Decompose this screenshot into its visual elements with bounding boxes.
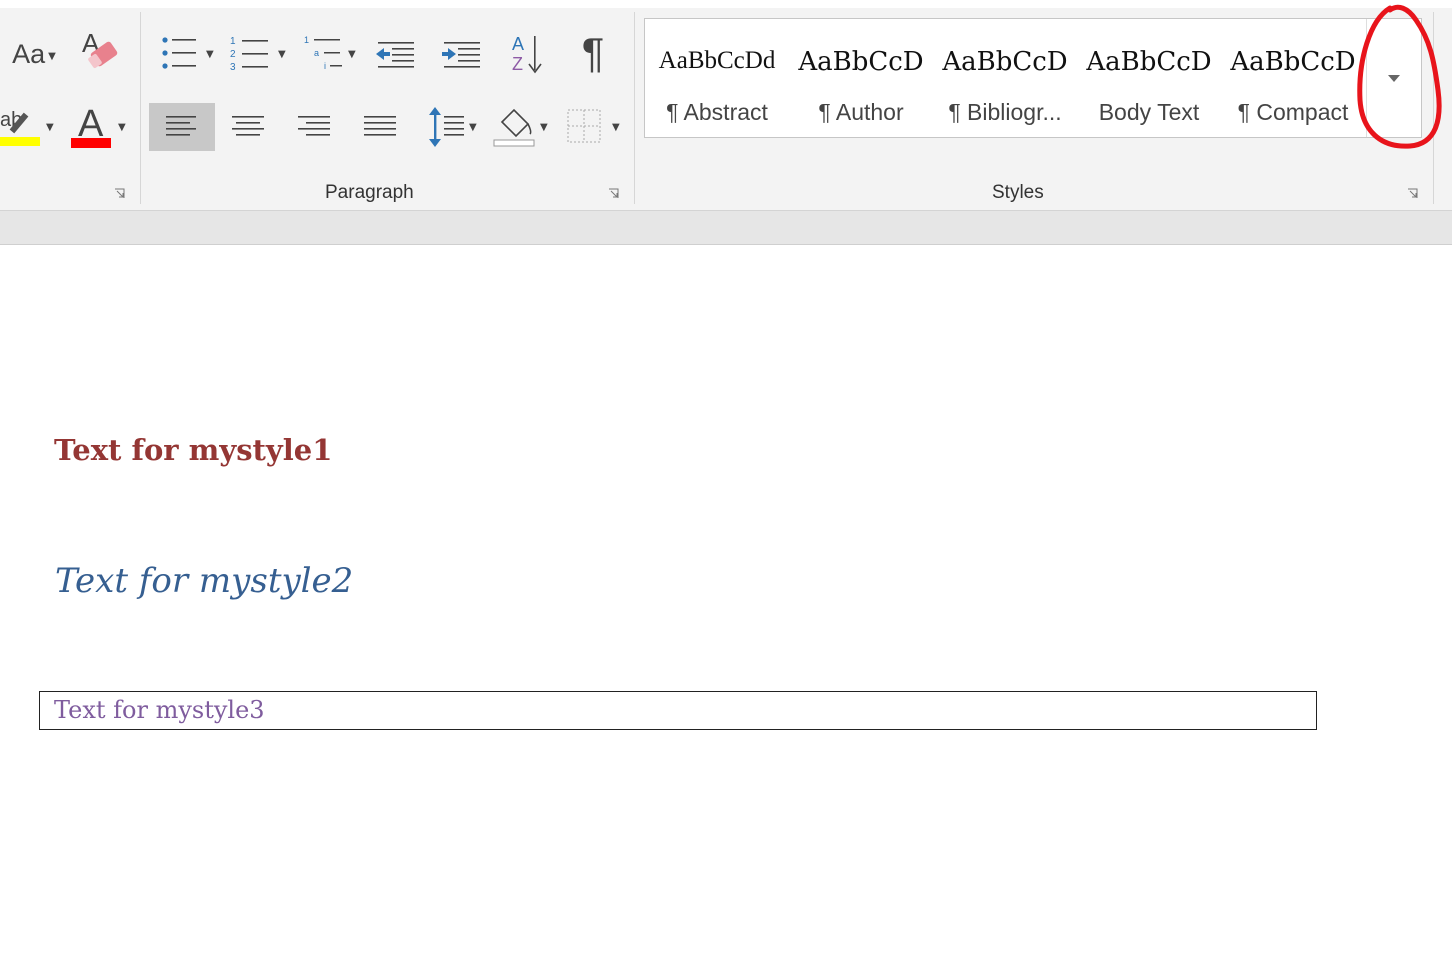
svg-text:▼: ▼ — [540, 122, 548, 133]
svg-text:a: a — [314, 48, 319, 58]
font-color-icon: A ▼ — [71, 103, 126, 148]
increase-indent-button[interactable] — [436, 30, 486, 76]
chevron-down-icon: ▼ — [48, 50, 56, 62]
style-abstract[interactable]: AaBbCcDd ¶ Abstract — [645, 19, 789, 137]
line-spacing-button[interactable]: ▼ — [422, 102, 484, 152]
style-preview: AaBbCcD — [1230, 47, 1356, 77]
group-separator — [140, 12, 141, 204]
sort-glyph-a: A — [512, 34, 524, 54]
ribbon: Aa ▼ A ab ▼ A ▼ ▼ 1 2 3 ▼ 1 a i ▼ A Z ¶ … — [0, 0, 1452, 211]
svg-text:3: 3 — [230, 62, 236, 73]
svg-text:1: 1 — [230, 36, 236, 47]
highlight-icon: ab ▼ — [0, 109, 54, 146]
style-name: ¶ Abstract — [666, 99, 768, 125]
svg-text:1: 1 — [304, 35, 309, 45]
sort-button[interactable]: A Z — [502, 30, 550, 76]
change-case-button[interactable]: Aa ▼ — [4, 34, 64, 74]
show-formatting-marks-button[interactable]: ¶ — [568, 28, 618, 78]
borders-icon: ▼ — [567, 109, 620, 143]
style-name: Body Text — [1098, 99, 1200, 125]
clear-formatting-button[interactable]: A — [78, 30, 122, 76]
clear-formatting-icon: A — [82, 30, 118, 68]
document-page — [0, 245, 1452, 970]
center-icon — [232, 116, 264, 136]
shading-icon: ▼ — [493, 108, 548, 147]
svg-text:▼: ▼ — [469, 122, 477, 133]
style-compact[interactable]: AaBbCcD ¶ Compact — [1221, 19, 1365, 137]
center-button[interactable] — [215, 103, 281, 151]
paragraph-group-label: Paragraph — [325, 182, 414, 203]
align-left-button[interactable] — [149, 103, 215, 151]
dialog-launcher-icon[interactable] — [608, 188, 619, 199]
ribbon-document-gap — [0, 211, 1452, 245]
sort-glyph-z: Z — [512, 54, 523, 74]
style-author[interactable]: AaBbCcD ¶ Author — [789, 19, 933, 137]
svg-text:▼: ▼ — [278, 49, 286, 60]
style-bibliography[interactable]: AaBbCcD ¶ Bibliogr... — [933, 19, 1077, 137]
svg-text:i: i — [324, 61, 326, 71]
align-right-icon — [298, 116, 330, 136]
document-line-mystyle1[interactable]: Text for mystyle1 — [54, 433, 332, 467]
document-line-mystyle3[interactable]: Text for mystyle3 — [54, 696, 265, 724]
bullets-button[interactable]: ▼ — [156, 30, 218, 76]
style-name: ¶ Compact — [1237, 99, 1349, 125]
dialog-launcher-icon[interactable] — [114, 188, 125, 199]
svg-text:▼: ▼ — [206, 49, 214, 60]
style-preview: AaBbCcD — [798, 47, 924, 77]
styles-gallery: AaBbCcDd ¶ Abstract AaBbCcD ¶ Author AaB… — [644, 18, 1422, 138]
svg-text:▼: ▼ — [612, 122, 620, 133]
change-case-icon: Aa — [12, 38, 46, 69]
group-separator — [634, 12, 635, 204]
document-bordered-paragraph[interactable]: Text for mystyle3 — [39, 691, 1317, 730]
multilevel-list-button[interactable]: 1 a i ▼ — [300, 30, 362, 76]
annotation-circle — [1357, 4, 1442, 149]
increase-indent-icon — [442, 42, 480, 68]
align-right-button[interactable] — [281, 103, 347, 151]
ribbon-top-edge — [0, 0, 1452, 8]
sort-icon: A Z — [512, 34, 542, 74]
multilevel-list-icon: 1 a i ▼ — [304, 35, 356, 71]
font-color-button[interactable]: A ▼ — [68, 102, 132, 150]
svg-text:▼: ▼ — [46, 122, 54, 133]
dialog-launcher-icon[interactable] — [1407, 188, 1418, 199]
svg-text:▼: ▼ — [118, 122, 126, 133]
highlight-button[interactable]: ab ▼ — [0, 104, 60, 150]
style-preview: AaBbCcD — [942, 47, 1068, 77]
justify-icon — [364, 116, 396, 136]
numbering-button[interactable]: 1 2 3 ▼ — [226, 30, 290, 76]
style-body-text[interactable]: AaBbCcD Body Text — [1077, 19, 1221, 137]
style-name: ¶ Bibliogr... — [948, 99, 1062, 125]
show-formatting-marks-icon: ¶ — [581, 29, 605, 76]
style-preview: AaBbCcDd — [658, 47, 776, 74]
svg-text:▼: ▼ — [348, 49, 356, 60]
decrease-indent-icon — [376, 42, 414, 68]
style-name: ¶ Author — [818, 99, 904, 125]
styles-group-label: Styles — [992, 182, 1044, 203]
decrease-indent-button[interactable] — [370, 30, 420, 76]
document-line-mystyle2[interactable]: Text for mystyle2 — [55, 561, 353, 601]
line-spacing-icon: ▼ — [429, 107, 477, 147]
numbering-icon: 1 2 3 ▼ — [230, 36, 286, 73]
borders-button[interactable]: ▼ — [562, 102, 626, 152]
align-left-icon — [166, 116, 196, 136]
bullets-icon: ▼ — [162, 37, 214, 69]
justify-button[interactable] — [347, 103, 413, 151]
shading-button[interactable]: ▼ — [490, 102, 554, 152]
style-preview: AaBbCcD — [1086, 47, 1212, 77]
svg-text:2: 2 — [230, 49, 236, 60]
